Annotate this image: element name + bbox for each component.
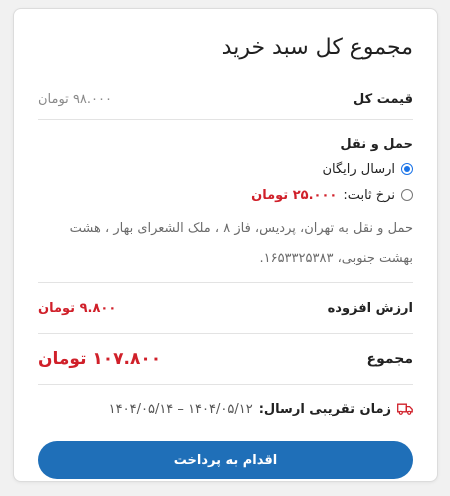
flat-rate-label: نرخ ثابت: (343, 187, 395, 203)
shipping-option-flat[interactable]: نرخ ثابت: ۲۵.۰۰۰ تومان (38, 182, 413, 208)
free-shipping-label: ارسال رایگان (322, 161, 395, 177)
total-label: مجموع (366, 351, 413, 367)
delivery-label: زمان تقریبی ارسال: (258, 401, 391, 417)
proceed-to-checkout-button[interactable]: اقدام به پرداخت (38, 441, 413, 479)
shipping-address: حمل و نقل به تهران، پردیس، فاز ۸ ، ملک ا… (69, 221, 413, 266)
total-row: مجموع ۱۰۷.۸۰۰ تومان (38, 334, 413, 384)
truck-icon (397, 403, 413, 415)
delivery-dates: ۱۴۰۴/۰۵/۱۲ – ۱۴۰۴/۰۵/۱۴ (108, 401, 253, 417)
cart-totals-title: مجموع کل سبد خرید (221, 35, 413, 60)
shipping-option-free[interactable]: ارسال رایگان (38, 156, 413, 182)
delivery-estimate: زمان تقریبی ارسال: ۱۴۰۴/۰۵/۱۲ – ۱۴۰۴/۰۵/… (38, 385, 413, 433)
subtotal-row: قیمت کل ۹۸.۰۰۰ تومان (38, 79, 413, 119)
cart-totals-card: مجموع کل سبد خرید قیمت کل ۹۸.۰۰۰ تومان ح… (13, 8, 438, 482)
radio-free-shipping[interactable] (401, 163, 413, 175)
shipping-title: حمل و نقل (340, 137, 413, 152)
flat-rate-value: ۲۵.۰۰۰ تومان (251, 187, 338, 203)
vat-value: ۹.۸۰۰ تومان (38, 300, 117, 316)
radio-flat-rate[interactable] (401, 189, 413, 201)
vat-label: ارزش افزوده (327, 300, 413, 316)
subtotal-value: ۹۸.۰۰۰ تومان (38, 91, 112, 107)
total-value: ۱۰۷.۸۰۰ تومان (38, 349, 162, 369)
vat-row: ارزش افزوده ۹.۸۰۰ تومان (38, 283, 413, 333)
shipping-section: حمل و نقل ارسال رایگان نرخ ثابت: ۲۵.۰۰۰ … (38, 120, 413, 282)
subtotal-label: قیمت کل (353, 91, 413, 107)
